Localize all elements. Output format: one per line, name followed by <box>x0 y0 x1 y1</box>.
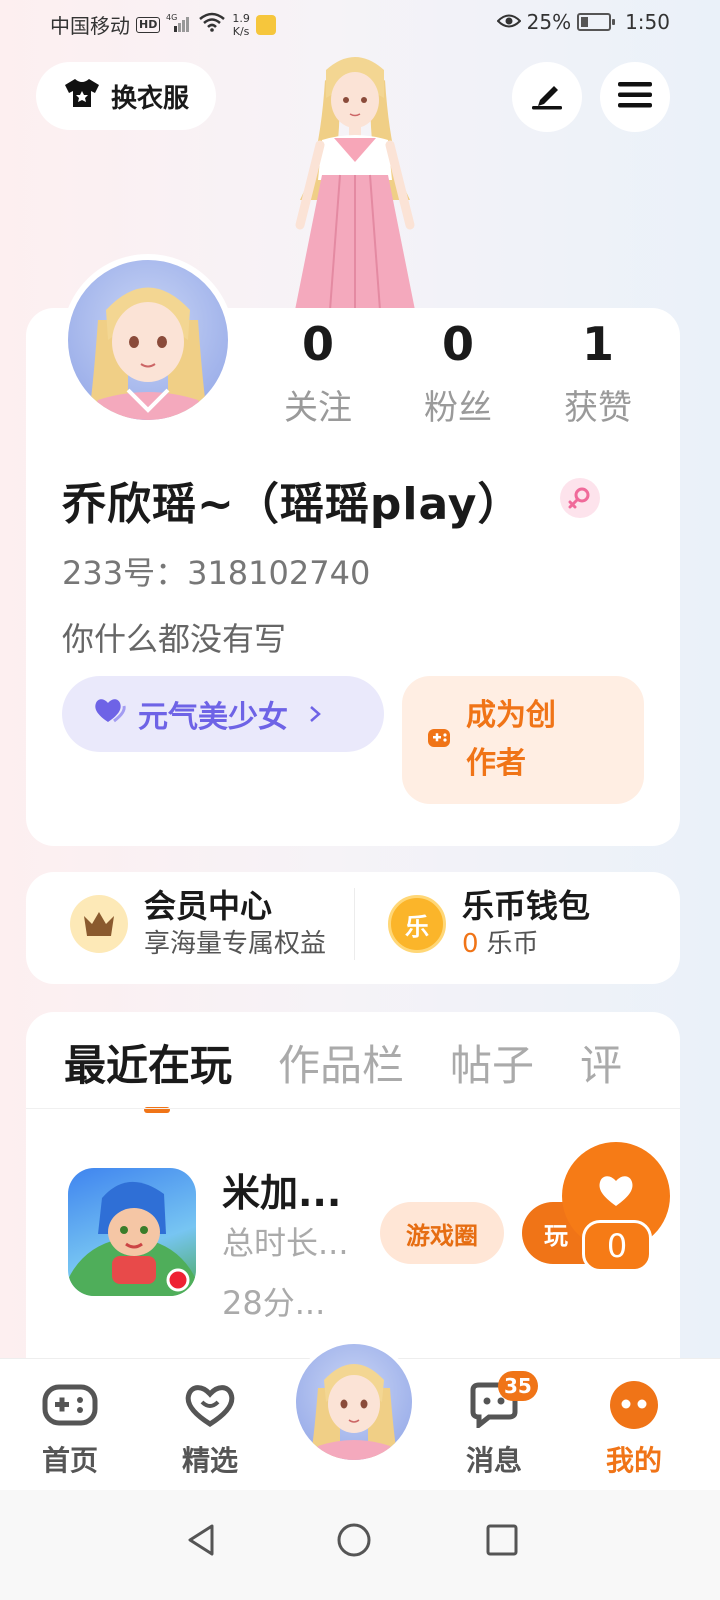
stat-following[interactable]: 0 关注 <box>248 316 388 429</box>
tab-works[interactable]: 作品栏 <box>278 1032 404 1093</box>
wallet-title: 乐币钱包 <box>462 887 591 925</box>
game-title: 米加... <box>222 1171 342 1215</box>
gamepad-icon <box>20 1377 120 1433</box>
game-icon <box>68 1168 196 1296</box>
message-badge: 35 <box>498 1371 538 1401</box>
change-outfit-button[interactable]: 换衣服 <box>36 62 216 130</box>
system-nav-bar <box>0 1490 720 1600</box>
game-time-label: 总时长... <box>222 1224 349 1262</box>
network-type: 4G <box>166 13 177 22</box>
title-badge-label: 元气美少女 <box>138 700 288 735</box>
tshirt-icon <box>63 77 101 116</box>
avatar-3d-figure[interactable] <box>270 50 440 311</box>
stat-fans[interactable]: 0 粉丝 <box>388 316 528 429</box>
likes-count: 1 <box>581 317 614 371</box>
creator-label-line2: 作者 <box>466 746 526 781</box>
user-id: 233号：318102740 <box>62 554 371 592</box>
heart-icon <box>160 1377 260 1433</box>
status-left: 中国移动 HD 4G 1.9 K/s <box>50 10 276 39</box>
back-icon[interactable] <box>172 1510 232 1570</box>
network-speed: 1.9 K/s <box>232 12 250 38</box>
status-right: 25% 1:50 <box>496 10 670 34</box>
speed-unit: K/s <box>232 24 250 38</box>
divider <box>354 888 355 960</box>
coin-unit: 乐币 <box>486 929 539 959</box>
username: 乔欣瑶~（瑶瑶play） <box>62 479 523 530</box>
nav-me[interactable]: 我的 <box>584 1377 684 1479</box>
tab-posts[interactable]: 帖子 <box>450 1032 534 1093</box>
become-creator-button[interactable]: 成为创 作者 <box>402 676 644 804</box>
status-bar: 中国移动 HD 4G 1.9 K/s 25% 1:50 <box>0 0 720 50</box>
nav-messages[interactable]: 35 消息 <box>444 1371 544 1479</box>
chat-icon: 35 <box>444 1371 544 1433</box>
divider <box>26 1108 680 1109</box>
speed-value: 1.9 <box>232 11 250 25</box>
creator-gamepad-icon <box>426 725 454 755</box>
wifi-icon <box>198 12 226 37</box>
hamburger-menu-icon <box>618 80 652 114</box>
following-count: 0 <box>301 317 334 371</box>
member-center-entry[interactable]: 会员中心 享海量专属权益 <box>70 886 326 962</box>
game-time-value: 28分... <box>222 1284 326 1322</box>
edit-profile-button[interactable] <box>512 62 582 132</box>
change-outfit-label: 换衣服 <box>110 83 189 114</box>
fans-label: 粉丝 <box>424 388 492 428</box>
like-count: 0 <box>582 1220 652 1272</box>
member-center-title: 会员中心 <box>144 887 273 925</box>
female-icon <box>560 478 600 518</box>
nav-me-label: 我的 <box>605 1444 662 1477</box>
clock: 1:50 <box>625 10 670 34</box>
tab-recent-play[interactable]: 最近在玩 <box>64 1032 232 1113</box>
wallet-entry[interactable]: 乐 乐币钱包 0 乐币 <box>388 886 590 962</box>
crown-icon <box>70 895 128 953</box>
nav-featured[interactable]: 精选 <box>160 1377 260 1479</box>
hd-badge: HD <box>136 16 161 33</box>
recents-square-icon[interactable] <box>472 1510 532 1570</box>
battery-percent: 25% <box>526 10 572 34</box>
profile-stats: 0 关注 0 粉丝 1 获赞 <box>248 316 668 429</box>
chevron-right-icon <box>308 697 322 732</box>
likes-label: 获赞 <box>564 388 632 428</box>
nav-center-avatar[interactable] <box>292 1340 416 1464</box>
nav-home[interactable]: 首页 <box>20 1377 120 1479</box>
following-label: 关注 <box>284 388 352 428</box>
become-creator-label: 成为创 作者 <box>466 692 596 788</box>
tab-comments[interactable]: 评 <box>580 1032 622 1093</box>
battery-icon <box>577 13 616 31</box>
avatar[interactable] <box>62 254 234 426</box>
carrier-name: 中国移动 <box>50 14 130 38</box>
member-center-subtitle: 享海量专属权益 <box>144 929 327 959</box>
double-heart-icon <box>92 696 128 732</box>
user-bio[interactable]: 你什么都没有写 <box>62 614 286 660</box>
stat-likes[interactable]: 1 获赞 <box>528 316 668 429</box>
wallet-balance: 0 乐币 <box>462 926 590 962</box>
member-wallet-card: 会员中心 享海量专属权益 乐 乐币钱包 0 乐币 <box>26 872 680 984</box>
menu-button[interactable] <box>600 62 670 132</box>
nav-messages-label: 消息 <box>465 1444 522 1477</box>
coin-icon: 乐 <box>388 895 446 953</box>
fans-count: 0 <box>441 317 474 371</box>
eye-icon <box>496 10 522 34</box>
notification-app-icon <box>255 14 276 35</box>
heart-icon <box>596 1172 636 1212</box>
title-badge-button[interactable]: 元气美少女 <box>62 676 384 752</box>
pen-icon <box>530 80 564 114</box>
profile-tabs: 最近在玩 作品栏 帖子 评 <box>64 1032 622 1113</box>
home-circle-icon[interactable] <box>324 1510 384 1570</box>
coin-count: 0 <box>462 929 479 959</box>
profile-icon <box>584 1377 684 1433</box>
creator-label-line1: 成为创 <box>466 698 556 733</box>
signal-icon: 4G <box>166 12 192 37</box>
nav-featured-label: 精选 <box>181 1444 238 1477</box>
nav-home-label: 首页 <box>41 1444 98 1477</box>
game-circle-button[interactable]: 游戏圈 <box>380 1202 504 1264</box>
